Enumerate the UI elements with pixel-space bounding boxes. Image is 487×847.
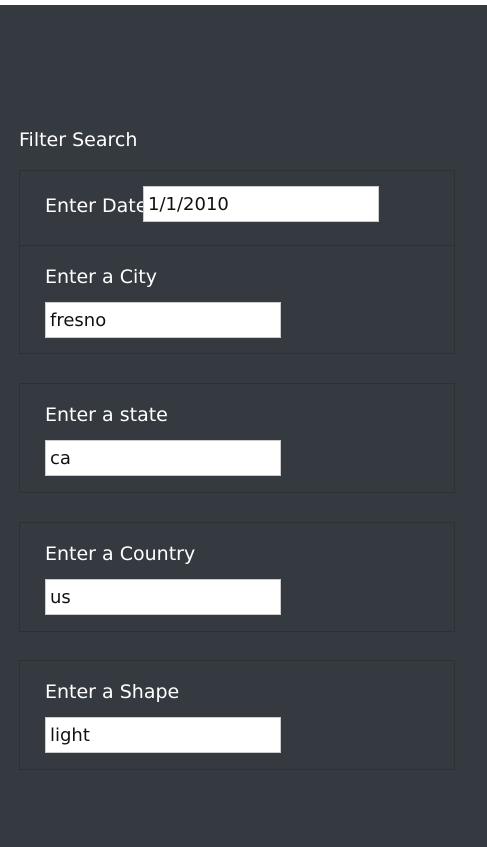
shape-label: Enter a Shape xyxy=(45,681,180,703)
country-label: Enter a Country xyxy=(45,543,196,565)
shape-input[interactable] xyxy=(45,717,281,753)
state-group: Enter a state xyxy=(19,383,455,493)
city-row: Enter a City xyxy=(20,245,454,354)
shape-group: Enter a Shape xyxy=(19,660,455,770)
date-city-group: Enter Date Enter a City xyxy=(19,170,455,354)
country-group: Enter a Country xyxy=(19,522,455,632)
date-label: Enter Date xyxy=(45,195,148,217)
state-input[interactable] xyxy=(45,440,281,476)
state-label: Enter a state xyxy=(45,404,168,426)
city-input[interactable] xyxy=(45,302,281,338)
filter-panel: Filter Search Enter Date Enter a City En… xyxy=(0,5,487,847)
city-label: Enter a City xyxy=(45,266,157,288)
date-input[interactable] xyxy=(143,186,379,222)
filter-search-title: Filter Search xyxy=(19,129,138,151)
date-row: Enter Date xyxy=(20,171,454,245)
country-input[interactable] xyxy=(45,579,281,615)
